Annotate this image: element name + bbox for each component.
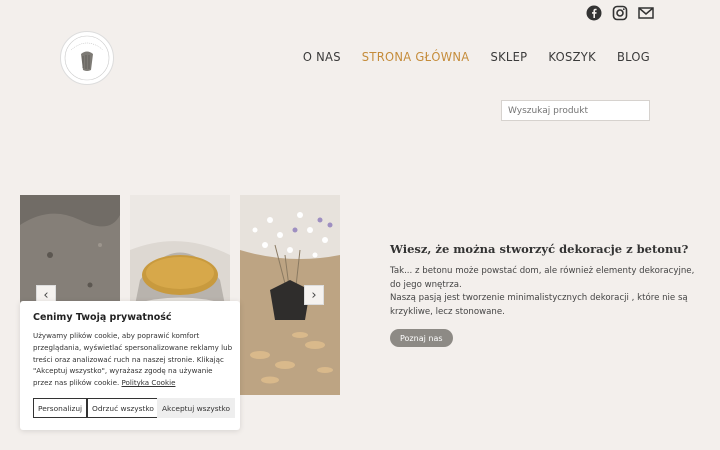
nav-blog[interactable]: BLOG bbox=[617, 50, 650, 65]
instagram-icon[interactable] bbox=[612, 5, 628, 21]
hero-line-2: Naszą pasją jest tworzenie minimalistycz… bbox=[390, 293, 688, 317]
carousel-image-3[interactable] bbox=[240, 195, 340, 395]
carousel-next-button[interactable]: › bbox=[304, 285, 324, 305]
search-input[interactable] bbox=[501, 100, 650, 121]
about-us-button[interactable]: Poznaj nas bbox=[390, 329, 453, 347]
cookie-title: Cenimy Twoją prywatność bbox=[33, 312, 172, 323]
hero-line-1: Tak... z betonu może powstać dom, ale ró… bbox=[390, 266, 695, 290]
site-logo[interactable] bbox=[60, 31, 114, 85]
hero-paragraph: Tak... z betonu może powstać dom, ale ró… bbox=[390, 265, 700, 319]
nav-strona-glowna[interactable]: STRONA GŁÓWNA bbox=[362, 50, 470, 65]
accept-all-button[interactable]: Akceptuj wszystko bbox=[157, 398, 236, 418]
customize-button[interactable]: Personalizuj bbox=[33, 398, 88, 418]
reject-all-button[interactable]: Odrzuć wszystko bbox=[87, 398, 159, 418]
chevron-right-icon: › bbox=[311, 287, 317, 303]
mail-icon[interactable] bbox=[638, 5, 654, 21]
nav-o-nas[interactable]: O NAS bbox=[303, 50, 341, 65]
nav-koszyk[interactable]: KOSZYK bbox=[548, 50, 596, 65]
logo-circle-icon bbox=[64, 35, 110, 81]
facebook-icon[interactable] bbox=[586, 5, 602, 21]
hero-heading: Wiesz, że można stworzyć dekoracje z bet… bbox=[390, 242, 689, 256]
nav-sklep[interactable]: SKLEP bbox=[490, 50, 527, 65]
cookie-policy-link[interactable]: Polityka Cookie bbox=[122, 378, 176, 387]
social-links bbox=[586, 5, 654, 21]
cookie-banner: Cenimy Twoją prywatność Używamy plików c… bbox=[20, 301, 240, 430]
cookie-text-block: Używamy plików cookie, aby poprawić komf… bbox=[33, 330, 233, 389]
main-nav: O NAS STRONA GŁÓWNA SKLEP KOSZYK BLOG bbox=[303, 50, 650, 65]
